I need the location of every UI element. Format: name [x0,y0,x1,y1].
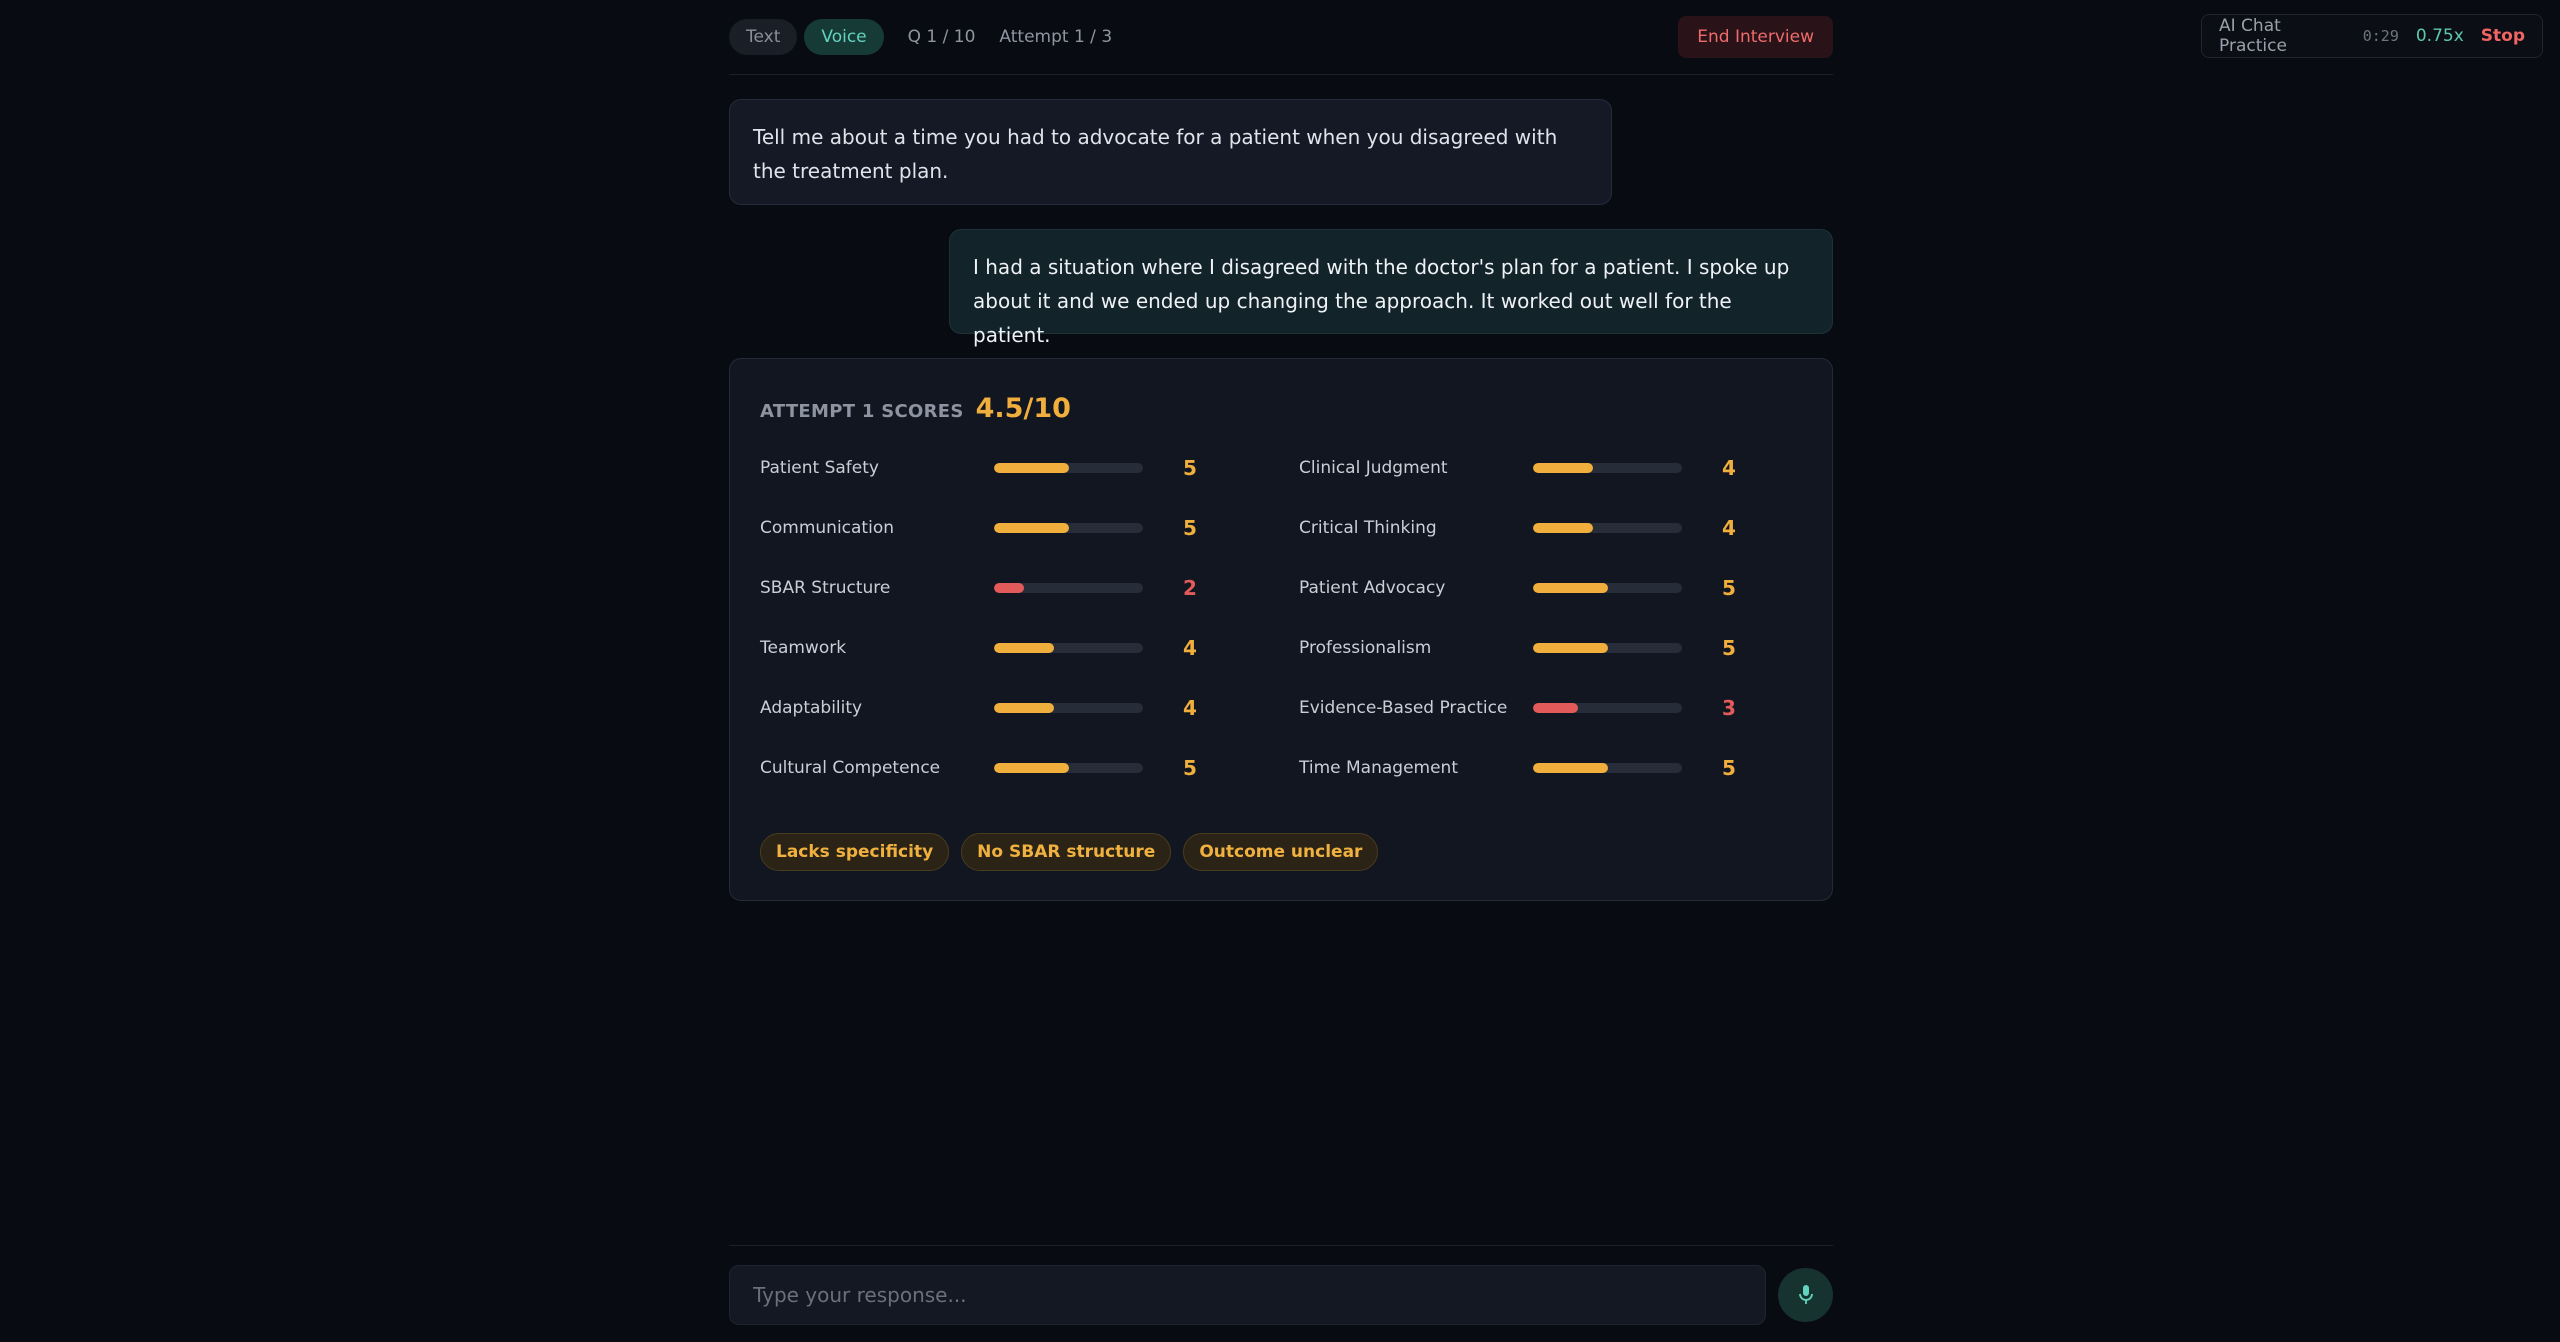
stop-button[interactable]: Stop [2481,26,2525,46]
score-value: 5 [1183,516,1197,540]
score-row: Critical Thinking 4 [1299,513,1736,543]
score-bar-fill [1533,703,1578,713]
score-bar-fill [994,643,1054,653]
end-interview-button[interactable]: End Interview [1678,16,1833,58]
score-value: 4 [1722,516,1736,540]
score-bar-track [994,703,1143,713]
score-row: Communication 5 [760,513,1197,543]
score-name: Patient Advocacy [1299,578,1446,598]
score-bar-track [1533,523,1682,533]
score-bar-fill [1533,583,1608,593]
feedback-tag: No SBAR structure [961,833,1172,871]
score-name: Critical Thinking [1299,518,1437,538]
score-bar-fill [994,463,1069,473]
elapsed-time: 0:29 [2362,27,2399,45]
score-bar-track [994,463,1143,473]
response-input[interactable] [729,1265,1766,1325]
score-value: 3 [1722,696,1736,720]
score-bar-track [994,583,1143,593]
input-divider [729,1245,1833,1246]
score-row: Clinical Judgment 4 [1299,453,1736,483]
score-bar-track [994,763,1143,773]
interviewer-question-bubble: Tell me about a time you had to advocate… [729,99,1612,205]
score-row: Patient Advocacy 5 [1299,573,1736,603]
mode-voice-toggle[interactable]: Voice [804,19,884,55]
score-value: 4 [1722,456,1736,480]
score-row: Cultural Competence 5 [760,753,1197,783]
question-counter: Q 1 / 10 [907,27,976,47]
score-value: 4 [1183,636,1197,660]
score-bar-track [1533,643,1682,653]
score-name: Adaptability [760,698,863,718]
score-bar-track [994,523,1143,533]
feedback-tags: Lacks specificity No SBAR structure Outcom… [760,833,1379,871]
interview-toolbar: Text Voice Q 1 / 10 Attempt 1 / 3 End In… [729,14,1833,60]
score-bar-fill [994,583,1024,593]
score-value: 5 [1722,576,1736,600]
score-row: SBAR Structure 2 [760,573,1197,603]
feedback-tag: Outcome unclear [1183,833,1379,871]
score-bar-fill [994,703,1054,713]
score-value: 5 [1722,636,1736,660]
score-name: SBAR Structure [760,578,891,598]
score-row: Teamwork 4 [760,633,1197,663]
score-bar-track [994,643,1143,653]
practice-widget: AI Chat Practice 0:29 0.75x Stop [2201,14,2543,58]
overall-score: 4.5/10 [975,393,1071,424]
score-bar-fill [1533,523,1593,533]
practice-widget-title: AI Chat Practice [2219,16,2287,56]
score-value: 4 [1183,696,1197,720]
score-bar-fill [1533,643,1608,653]
score-row: Patient Safety 5 [760,453,1197,483]
score-name: Patient Safety [760,458,879,478]
score-name: Evidence-Based Practice [1299,698,1508,718]
score-row: Time Management 5 [1299,753,1736,783]
score-bar-fill [994,523,1069,533]
score-name: Time Management [1299,758,1458,778]
score-bar-track [1533,583,1682,593]
toolbar-divider [729,74,1833,75]
score-bar-fill [1533,463,1593,473]
score-name: Clinical Judgment [1299,458,1448,478]
microphone-icon [1798,1285,1813,1304]
score-value: 5 [1183,456,1197,480]
score-row: Professionalism 5 [1299,633,1736,663]
score-bar-track [1533,463,1682,473]
scores-label: ATTEMPT 1 SCORES [760,401,964,422]
scores-header: ATTEMPT 1 SCORES 4.5/10 [760,393,1071,424]
score-name: Communication [760,518,894,538]
score-bar-track [1533,703,1682,713]
scores-card: ATTEMPT 1 SCORES 4.5/10 Patient Safety 5 C… [729,358,1833,901]
score-bar-fill [1533,763,1608,773]
score-row: Adaptability 4 [760,693,1197,723]
score-bar-fill [994,763,1069,773]
score-bar-track [1533,763,1682,773]
score-value: 5 [1722,756,1736,780]
score-name: Professionalism [1299,638,1432,658]
score-name: Teamwork [760,638,847,658]
mode-text-toggle[interactable]: Text [729,19,798,55]
microphone-button[interactable] [1778,1268,1833,1322]
user-answer-bubble: I had a situation where I disagreed with… [949,229,1833,347]
score-value: 2 [1183,576,1197,600]
score-name: Cultural Competence [760,758,941,778]
score-value: 5 [1183,756,1197,780]
attempt-counter: Attempt 1 / 3 [999,27,1113,47]
playback-speed-button[interactable]: 0.75x [2416,26,2464,46]
feedback-tag: Lacks specificity [760,833,950,871]
score-row: Evidence-Based Practice 3 [1299,693,1736,723]
